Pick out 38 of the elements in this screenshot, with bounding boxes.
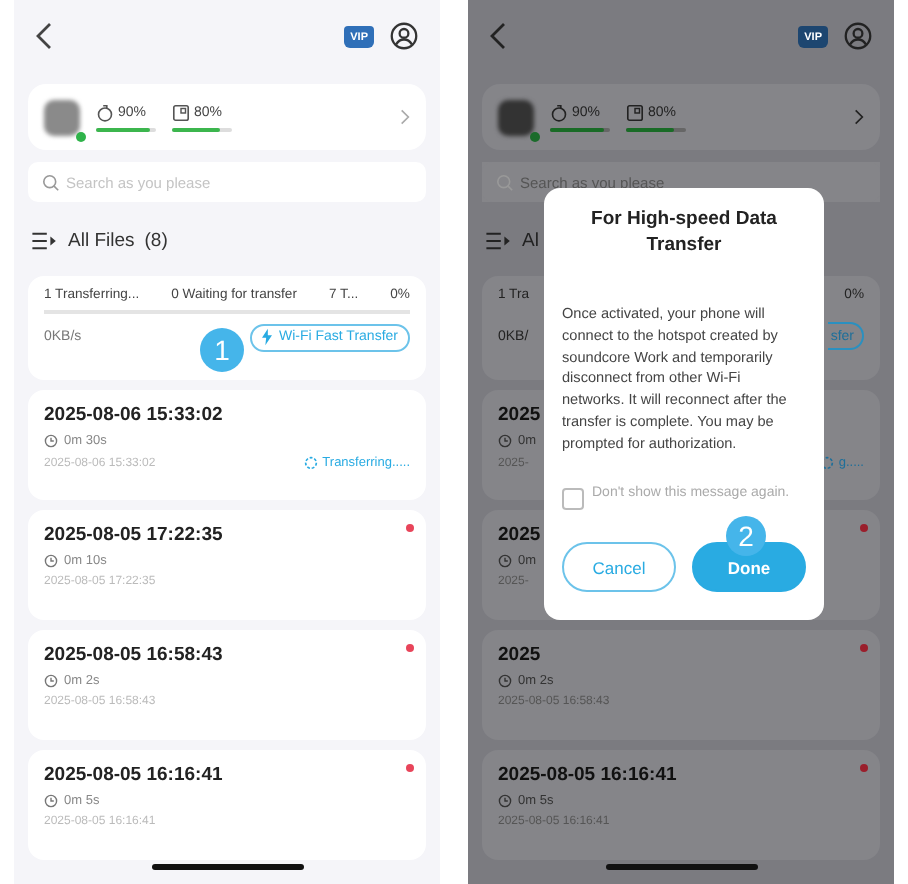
device-photo-placeholder xyxy=(498,99,534,135)
device-photo-placeholder xyxy=(44,99,80,135)
back-icon[interactable] xyxy=(490,22,506,50)
list-icon[interactable] xyxy=(32,231,58,249)
step-badge: 1 xyxy=(200,328,244,372)
storage-icon xyxy=(172,103,190,121)
files-heading: Al xyxy=(522,229,539,251)
battery-icon xyxy=(550,103,568,121)
chevron-right-icon xyxy=(400,108,410,126)
recording-title: 2025-08-05 17:22:35 xyxy=(44,524,223,546)
battery-icon xyxy=(96,103,114,121)
user-icon[interactable] xyxy=(390,22,418,50)
files-count: (8) xyxy=(144,229,168,251)
cancel-button[interactable]: Cancel xyxy=(562,542,676,593)
back-icon[interactable] xyxy=(36,22,52,50)
clock-icon xyxy=(498,794,512,808)
storage-icon xyxy=(626,103,644,121)
checkbox[interactable] xyxy=(562,488,584,511)
clock-icon xyxy=(44,554,58,568)
clock-icon xyxy=(498,434,512,448)
recording-title: 2025 xyxy=(498,644,541,666)
dialog-title: For High-speed Data Transfer xyxy=(589,208,779,260)
recording-title: 2025 xyxy=(498,404,541,426)
clock-icon xyxy=(498,554,512,568)
bolt-icon xyxy=(262,328,273,346)
recording-title: 2025-08-05 16:16:41 xyxy=(44,764,223,786)
search-icon xyxy=(42,173,60,191)
chevron-right-icon xyxy=(854,108,864,126)
recording-title: 2025 xyxy=(498,524,541,546)
step-badge: 2 xyxy=(726,516,766,557)
clock-icon xyxy=(44,794,58,808)
files-heading: All Files xyxy=(68,229,135,251)
recording-title: 2025-08-05 16:16:41 xyxy=(498,764,677,786)
recording-title: 2025-08-06 15:33:02 xyxy=(44,404,223,426)
clock-icon xyxy=(44,434,58,448)
clock-icon xyxy=(44,674,58,688)
clock-icon xyxy=(498,674,512,688)
recording-title: 2025-08-05 16:58:43 xyxy=(44,644,223,666)
